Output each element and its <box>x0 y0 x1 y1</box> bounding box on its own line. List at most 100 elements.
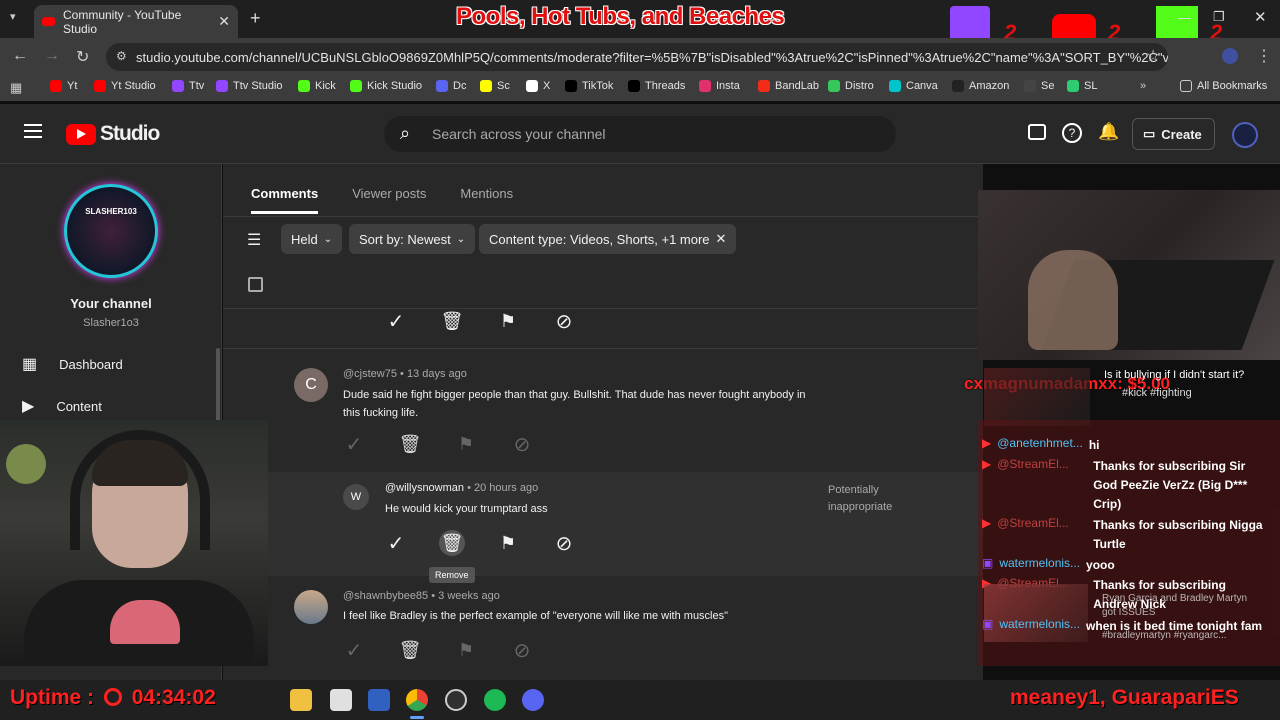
trash-icon[interactable]: 🗑 <box>397 637 423 663</box>
comment-time[interactable]: 13 days ago <box>407 368 467 380</box>
select-all-checkbox[interactable] <box>248 277 263 292</box>
bookmark-bandlab[interactable]: BandLab <box>758 80 819 92</box>
channel-name: Your channel <box>70 296 152 311</box>
help-icon[interactable]: ? <box>1062 123 1082 143</box>
bookmark-ttv[interactable]: Ttv <box>172 80 204 92</box>
trash-icon[interactable]: 🗑 <box>439 308 465 334</box>
discord-icon[interactable] <box>522 689 544 711</box>
flag-icon[interactable]: ⚑ <box>453 431 479 457</box>
approve-check-icon[interactable]: ✓ <box>383 530 409 556</box>
hamburger-menu-icon[interactable] <box>24 124 42 138</box>
menu-icon[interactable]: ⋮ <box>1256 46 1272 66</box>
trash-icon[interactable]: 🗑 <box>397 431 423 457</box>
bookmark-favicon-icon <box>50 80 62 92</box>
comments-feedback-icon[interactable] <box>1028 124 1046 140</box>
content-type-chip[interactable]: Content type: Videos, Shorts, +1 more ✕ <box>479 224 737 254</box>
apps-icon[interactable]: ▦ <box>10 80 22 96</box>
bookmark-ttv-studio[interactable]: Ttv Studio <box>216 80 283 92</box>
comment-actions: ✓ 🗑 ⚑ ⊘ <box>341 431 535 457</box>
trash-icon[interactable]: 🗑 <box>439 530 465 556</box>
more-bookmarks-icon[interactable]: » <box>1140 80 1146 92</box>
filter-icon[interactable]: ☰ <box>247 230 261 250</box>
bookmark-sl[interactable]: SL <box>1067 80 1097 92</box>
bookmark-dc[interactable]: Dc <box>436 80 466 92</box>
bookmark-sc[interactable]: Sc <box>480 80 510 92</box>
comment-time[interactable]: 20 hours ago <box>474 482 538 494</box>
notifications-icon[interactable]: 🔔 <box>1098 122 1119 142</box>
tab-viewer-posts[interactable]: Viewer posts <box>352 186 426 214</box>
office-icon[interactable] <box>330 689 352 711</box>
file-explorer-icon[interactable] <box>290 689 312 711</box>
site-info-icon[interactable]: ⚙ <box>116 49 127 63</box>
close-tab-icon[interactable]: ✕ <box>218 13 230 30</box>
bookmark-star-icon[interactable]: ☆ <box>1146 46 1160 66</box>
avatar[interactable]: C <box>294 368 328 402</box>
url-field[interactable]: ⚙ studio.youtube.com/channel/UCBuNSLGblo… <box>106 43 1168 71</box>
flag-icon[interactable]: ⚑ <box>453 637 479 663</box>
avatar[interactable]: W <box>343 484 369 510</box>
bookmark-kick[interactable]: Kick <box>298 80 336 92</box>
flag-icon[interactable]: ⚑ <box>495 530 521 556</box>
comment-author[interactable]: @cjstew75 <box>343 368 397 380</box>
tab-comments[interactable]: Comments <box>251 186 319 214</box>
youtube-icon: ▶ <box>982 457 992 471</box>
ban-icon[interactable]: ⊘ <box>551 530 577 556</box>
approve-check-icon[interactable]: ✓ <box>341 637 367 663</box>
bookmark-kick-studio[interactable]: Kick Studio <box>350 80 422 92</box>
bookmark-tiktok[interactable]: TikTok <box>565 80 613 92</box>
ban-icon[interactable]: ⊘ <box>509 431 535 457</box>
ban-icon[interactable]: ⊘ <box>509 637 535 663</box>
sidebar-item-content[interactable]: ▶ Content <box>22 396 102 416</box>
bookmark-se[interactable]: Se <box>1024 80 1054 92</box>
back-icon[interactable]: ← <box>12 47 28 65</box>
approve-check-icon[interactable]: ✓ <box>383 308 409 334</box>
app-icon[interactable] <box>368 689 390 711</box>
ban-icon[interactable]: ⊘ <box>551 308 577 334</box>
flag-icon[interactable]: ⚑ <box>495 308 521 334</box>
search-input[interactable]: ⌕ Search across your channel <box>384 116 896 152</box>
channel-handle: Slasher1o3 <box>83 317 139 329</box>
sort-filter-label: Sort by: Newest <box>359 231 451 247</box>
forward-icon[interactable]: → <box>44 47 60 65</box>
close-window-button[interactable]: ✕ <box>1254 8 1267 26</box>
approve-check-icon[interactable]: ✓ <box>341 431 367 457</box>
comment-author[interactable]: @willysnowman <box>385 482 464 494</box>
bookmark-label: Kick Studio <box>367 80 423 92</box>
bookmark-favicon-icon <box>216 80 228 92</box>
create-button[interactable]: ▭ Create <box>1132 118 1215 150</box>
bookmark-yt[interactable]: Yt <box>50 80 77 92</box>
tab-search-icon[interactable]: ▾ <box>10 10 26 26</box>
channel-avatar[interactable]: SLASHER103 <box>64 184 158 278</box>
new-tab-button[interactable]: + <box>250 8 261 29</box>
comment-time[interactable]: 3 weeks ago <box>438 590 500 602</box>
bookmark-label: Sc <box>497 80 510 92</box>
reload-icon[interactable]: ↻ <box>76 47 89 67</box>
comment-author[interactable]: @shawnbybee85 <box>343 590 428 602</box>
obs-icon[interactable] <box>445 689 467 711</box>
studio-logo[interactable]: Studio <box>66 122 160 146</box>
bookmark-yt-studio[interactable]: Yt Studio <box>94 80 156 92</box>
bookmark-insta[interactable]: Insta <box>699 80 740 92</box>
bookmark-x[interactable]: X <box>526 80 550 92</box>
chrome-icon[interactable] <box>406 689 428 711</box>
held-filter-chip[interactable]: Held ⌄ <box>281 224 343 254</box>
bookmark-amazon[interactable]: Amazon <box>952 80 1009 92</box>
spotify-icon[interactable] <box>484 689 506 711</box>
bookmark-threads[interactable]: Threads <box>628 80 685 92</box>
bookmark-canva[interactable]: Canva <box>889 80 938 92</box>
account-avatar[interactable] <box>1232 122 1258 148</box>
avatar[interactable] <box>294 590 328 624</box>
sort-filter-chip[interactable]: Sort by: Newest ⌄ <box>349 224 476 254</box>
remove-filter-icon[interactable]: ✕ <box>716 231 727 247</box>
sidebar-scrollbar[interactable] <box>216 348 220 428</box>
tab-mentions[interactable]: Mentions <box>460 186 513 214</box>
profile-icon[interactable] <box>1222 48 1238 64</box>
restore-button[interactable]: ❐ <box>1213 9 1225 25</box>
browser-tab[interactable]: Community - YouTube Studio ✕ <box>34 5 238 38</box>
all-bookmarks[interactable]: All Bookmarks <box>1180 80 1267 92</box>
bookmarks-bar: ▦ Yt Yt Studio Ttv Ttv Studio Kick Kick Studi… <box>0 76 1280 101</box>
sidebar-item-dashboard[interactable]: ▦ Dashboard <box>22 354 123 374</box>
chat-text: yooo <box>1086 558 1115 572</box>
minimize-button[interactable]: — <box>1178 10 1191 25</box>
bookmark-distro[interactable]: Distro <box>828 80 874 92</box>
